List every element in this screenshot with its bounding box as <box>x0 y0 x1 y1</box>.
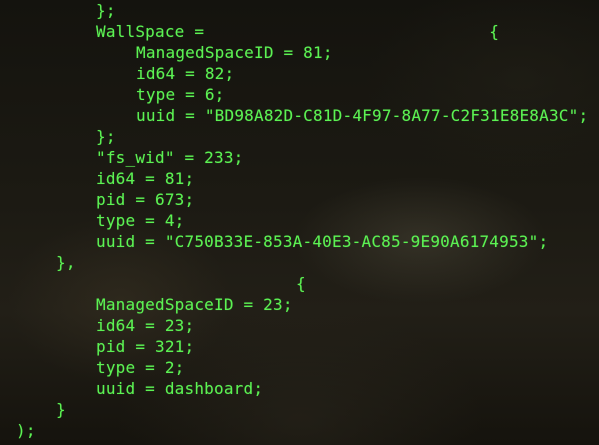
terminal-output[interactable]: }; WallSpace = { ManagedSpaceID = 81; id… <box>0 0 599 445</box>
code-line: ManagedSpaceID = 81; <box>136 43 333 62</box>
code-line: } <box>56 400 66 419</box>
code-line: pid = 673; <box>96 190 195 209</box>
code-line: }, <box>56 253 76 272</box>
code-line: id64 = 81; <box>96 169 195 188</box>
code-line: uuid = "C750B33E-853A-40E3-AC85-9E90A617… <box>96 232 549 251</box>
code-line: }; <box>96 127 116 146</box>
code-line: id64 = 23; <box>96 316 195 335</box>
code-line: "fs_wid" = 233; <box>96 148 244 167</box>
code-line: }; <box>96 1 116 20</box>
code-line: uuid = dashboard; <box>96 379 264 398</box>
code-line: ManagedSpaceID = 23; <box>96 295 293 314</box>
code-line: type = 2; <box>96 358 185 377</box>
code-line: type = 4; <box>96 211 185 230</box>
code-line: WallSpace = { <box>96 22 500 41</box>
code-line: type = 6; <box>136 85 225 104</box>
code-line: { <box>296 274 306 293</box>
code-line: ); <box>16 421 36 440</box>
code-line: id64 = 82; <box>136 64 235 83</box>
code-line: pid = 321; <box>96 337 195 356</box>
code-line: uuid = "BD98A82D-C81D-4F97-8A77-C2F31E8E… <box>136 106 589 125</box>
